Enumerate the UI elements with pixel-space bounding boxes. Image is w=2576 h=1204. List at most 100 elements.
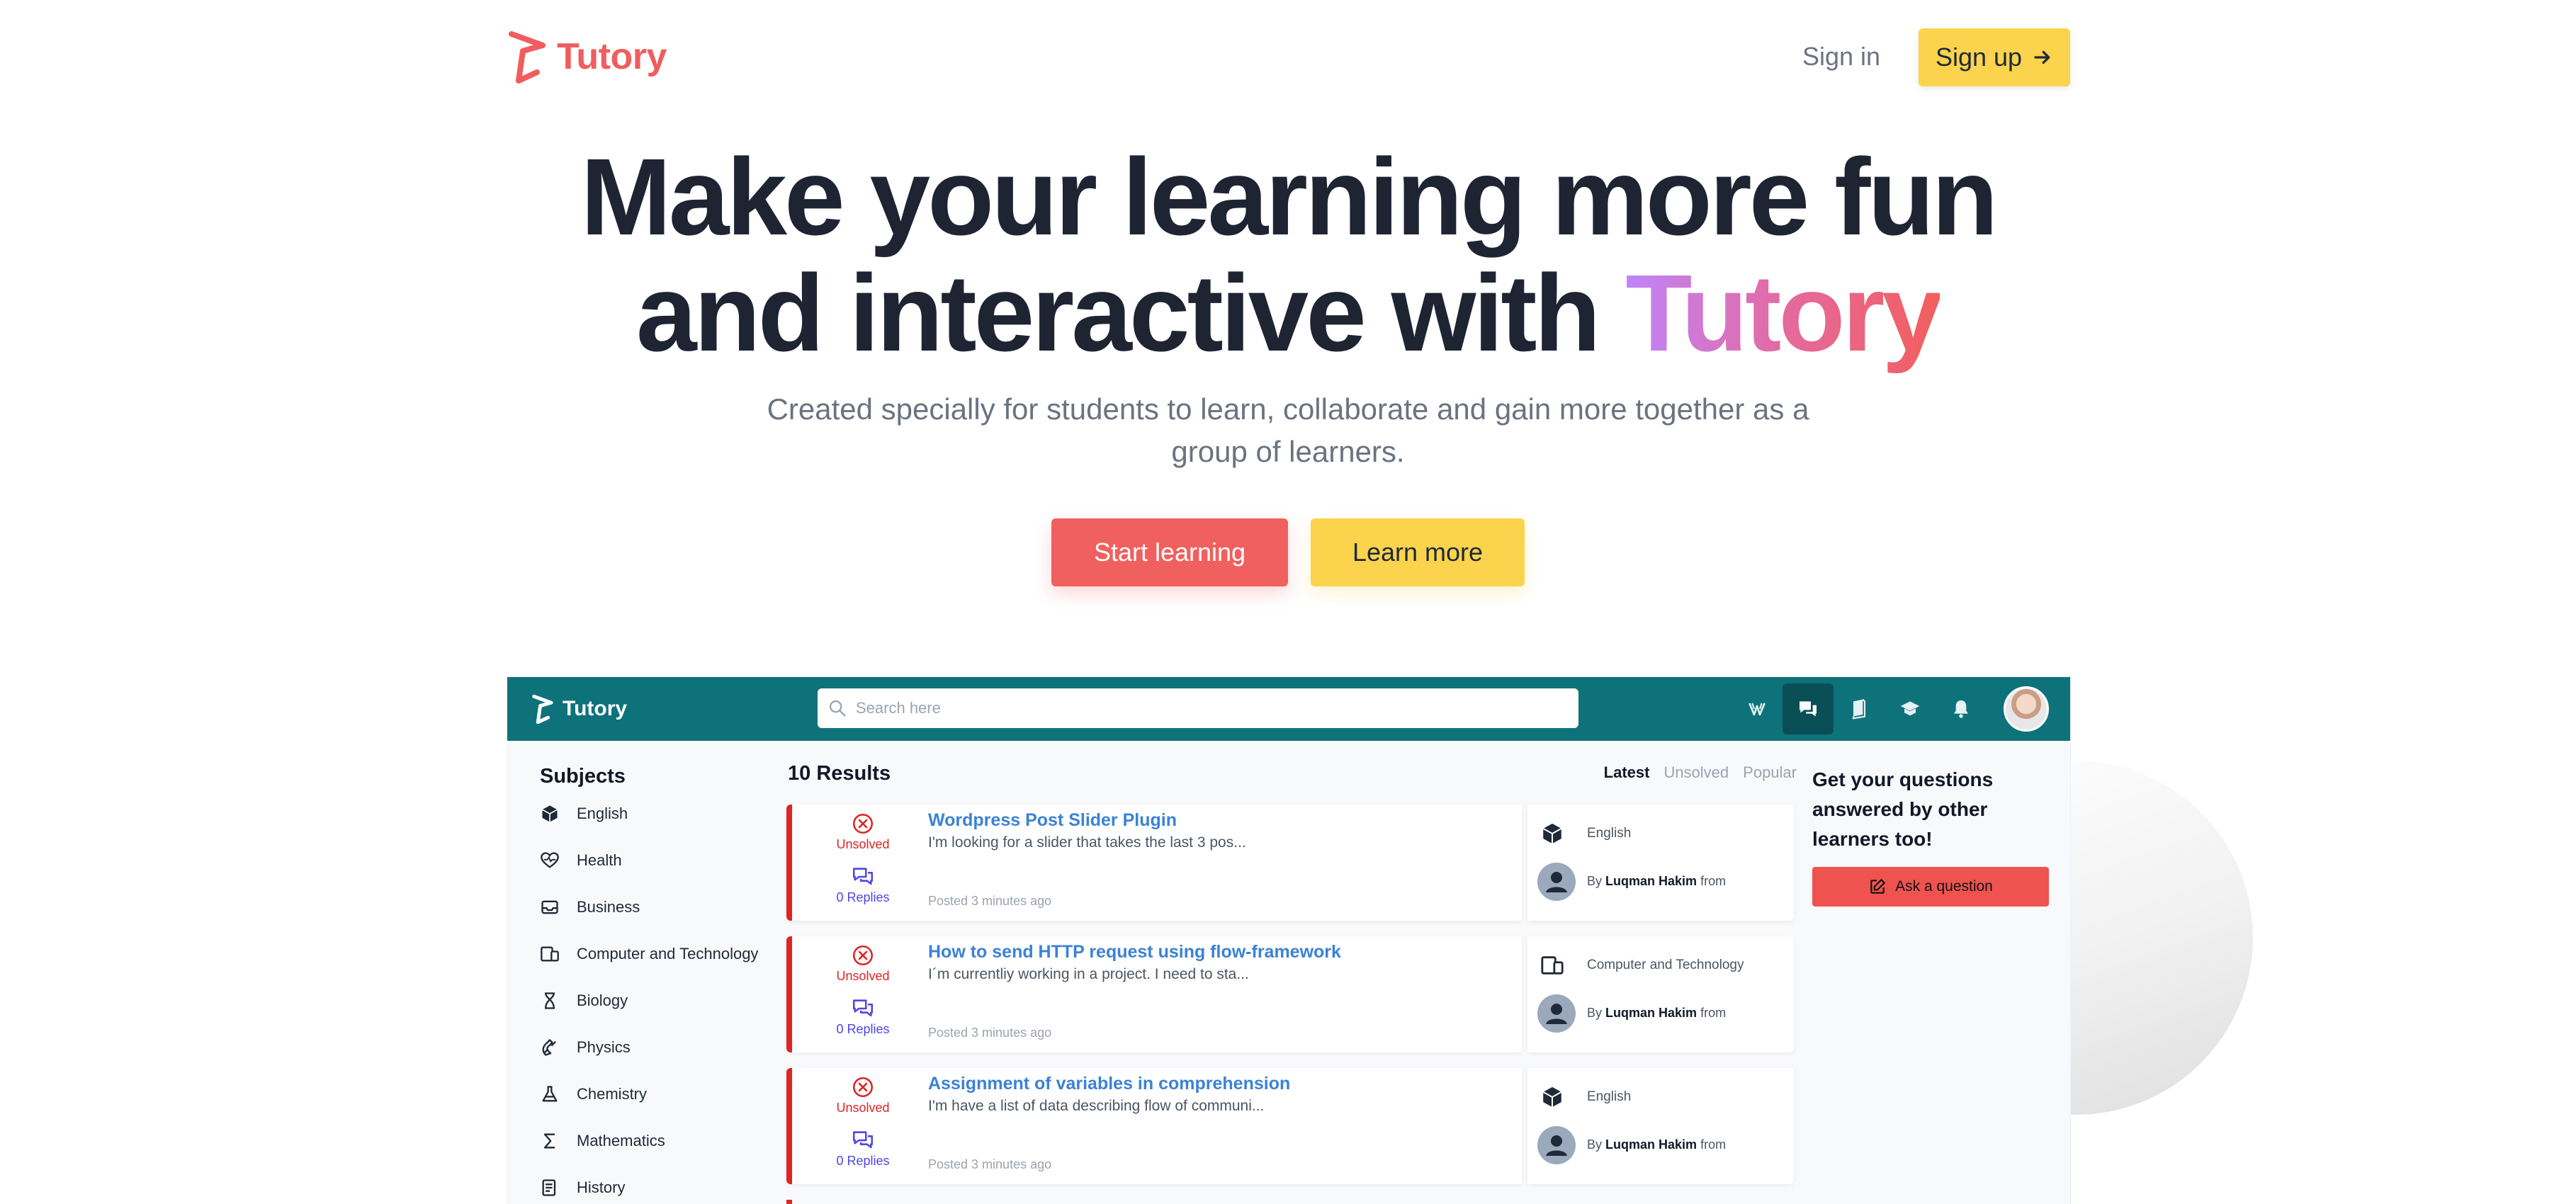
book-icon[interactable] — [1834, 683, 1885, 734]
filter-popular[interactable]: Popular — [1743, 763, 1797, 782]
header-icons — [1732, 677, 1987, 741]
question-author: By Luqman Hakim from — [1587, 1006, 1726, 1021]
sidebar-item-label: Business — [577, 898, 640, 916]
author-avatar — [1537, 863, 1576, 901]
question-excerpt: I'm have a list of data describing flow … — [928, 1098, 1265, 1114]
filter-unsolved[interactable]: Unsolved — [1663, 763, 1729, 782]
app-header: Tutory — [507, 677, 2070, 741]
question-main: Unsolved 0 Replies Wordpress Post Slider… — [786, 805, 1522, 921]
by-prefix: By — [1587, 874, 1603, 888]
question-status: Unsolved 0 Replies — [820, 1075, 905, 1169]
signup-button[interactable]: Sign up — [1919, 28, 2070, 86]
by-suffix: from — [1700, 874, 1727, 888]
author-name[interactable]: Luqman Hakim — [1605, 1137, 1697, 1152]
hero-title-line1: Make your learning more fun — [580, 136, 1998, 258]
brand-logo[interactable]: Tutory — [507, 27, 667, 86]
question-author: By Luqman Hakim from — [1587, 874, 1726, 889]
question-card-edge — [786, 1200, 792, 1204]
leaves-icon[interactable] — [1732, 683, 1783, 734]
question-title[interactable]: How to send HTTP request using flow-fram… — [928, 942, 1341, 962]
search-bar[interactable] — [818, 688, 1578, 728]
question-status: Unsolved 0 Replies — [820, 943, 905, 1037]
replies-icon — [852, 999, 874, 1017]
sidebar-item-business[interactable]: Business — [540, 896, 767, 919]
user-silhouette-icon — [1546, 1135, 1567, 1156]
sidebar-item-label: History — [577, 1179, 626, 1196]
signin-link[interactable]: Sign in — [1802, 27, 1880, 86]
author-name[interactable]: Luqman Hakim — [1605, 1006, 1697, 1020]
sidebar-item-physics[interactable]: Physics — [540, 1036, 767, 1059]
sidebar-item-label: Biology — [577, 992, 628, 1009]
replies-count: 0 Replies — [836, 1154, 890, 1168]
sidebar-item-biology[interactable]: Biology — [540, 989, 767, 1012]
heart-pulse-icon — [541, 852, 559, 868]
sidebar-item-label: Computer and Technology — [577, 945, 759, 962]
replies-icon — [852, 1131, 874, 1149]
signup-label: Sign up — [1935, 42, 2023, 72]
sidebar-item-health[interactable]: Health — [540, 849, 767, 872]
scroll-icon — [542, 1179, 556, 1196]
question-card[interactable]: Unsolved 0 Replies Assignment of variabl… — [786, 1068, 1794, 1184]
app-brand-name: Tutory — [563, 697, 628, 720]
unsolved-x-icon — [852, 945, 874, 966]
hero-title: Make your learning more fun and interact… — [0, 139, 2576, 371]
results-count: 10 Results — [788, 762, 891, 785]
subjects-title: Subjects — [540, 765, 626, 788]
question-time: Posted 3 minutes ago — [928, 1157, 1052, 1171]
sidebar-item-english[interactable]: English — [540, 802, 767, 825]
question-card[interactable]: Unsolved 0 Replies Wordpress Post Slider… — [786, 805, 1794, 921]
sidebar-item-computer-technology[interactable]: Computer and Technology — [540, 943, 767, 965]
user-avatar[interactable] — [2004, 686, 2049, 732]
ask-question-button[interactable]: Ask a question — [1812, 867, 2049, 907]
ask-prompt: Get your questions answered by other lea… — [1812, 768, 1994, 850]
question-subject: English — [1587, 826, 1632, 841]
by-prefix: By — [1587, 1006, 1603, 1020]
app-preview: Tutory Subjects — [507, 677, 2070, 1204]
author-name[interactable]: Luqman Hakim — [1605, 874, 1697, 888]
sidebar-item-chemistry[interactable]: Chemistry — [540, 1083, 767, 1106]
brand-name: Tutory — [557, 36, 667, 77]
sidebar-item-label: Health — [577, 851, 622, 869]
question-time: Posted 3 minutes ago — [928, 894, 1052, 908]
hourglass-icon — [545, 992, 555, 1009]
search-input[interactable] — [856, 699, 1550, 717]
by-suffix: from — [1700, 1006, 1727, 1020]
question-card[interactable]: Unsolved 0 Replies How to send HTTP requ… — [786, 936, 1794, 1052]
user-silhouette-icon — [1546, 1004, 1567, 1024]
cube-icon — [1542, 823, 1562, 844]
sidebar-item-label: Mathematics — [577, 1132, 665, 1149]
tutory-logo-icon — [509, 31, 546, 84]
learn-more-button[interactable]: Learn more — [1311, 518, 1525, 586]
top-nav: Tutory Sign in Sign up — [507, 27, 2072, 86]
sigma-icon — [543, 1133, 555, 1149]
devices-icon — [541, 946, 559, 962]
sidebar-item-mathematics[interactable]: Mathematics — [540, 1130, 767, 1152]
sidebar-item-history[interactable]: History — [540, 1176, 767, 1199]
sidebar-item-label: Chemistry — [577, 1085, 648, 1103]
question-meta: English By Luqman Hakim from — [1527, 805, 1794, 921]
question-main: Unsolved 0 Replies Assignment of variabl… — [786, 1068, 1522, 1184]
question-title[interactable]: Wordpress Post Slider Plugin — [928, 810, 1177, 831]
question-main: Unsolved 0 Replies How to send HTTP requ… — [786, 936, 1522, 1052]
hero-title-prefix: and interactive with — [635, 252, 1601, 374]
chat-icon[interactable] — [1783, 683, 1834, 734]
start-learning-button[interactable]: Start learning — [1051, 518, 1288, 586]
question-subject: Computer and Technology — [1587, 958, 1744, 972]
app-brand[interactable]: Tutory — [531, 677, 627, 741]
graduation-cap-icon[interactable] — [1885, 683, 1936, 734]
hero-subtitle: Created specially for students to learn,… — [767, 392, 1809, 468]
replies-count: 0 Replies — [836, 1022, 890, 1036]
bell-icon[interactable] — [1936, 683, 1987, 734]
cube-icon — [542, 805, 558, 822]
filter-latest[interactable]: Latest — [1604, 763, 1650, 782]
question-excerpt: I'm looking for a slider that takes the … — [928, 834, 1246, 851]
results-filters: Latest Unsolved Popular — [1604, 763, 1797, 782]
sidebar-item-label: English — [577, 805, 628, 822]
question-title[interactable]: Assignment of variables in comprehension — [928, 1074, 1290, 1094]
question-author: By Luqman Hakim from — [1587, 1137, 1726, 1152]
status-label: Unsolved — [836, 1101, 890, 1115]
ask-question-label: Ask a question — [1895, 878, 1993, 895]
sidebar-item-label: Physics — [577, 1038, 631, 1056]
question-meta: Computer and Technology By Luqman Hakim … — [1527, 936, 1794, 1052]
question-status: Unsolved 0 Replies — [820, 812, 905, 905]
